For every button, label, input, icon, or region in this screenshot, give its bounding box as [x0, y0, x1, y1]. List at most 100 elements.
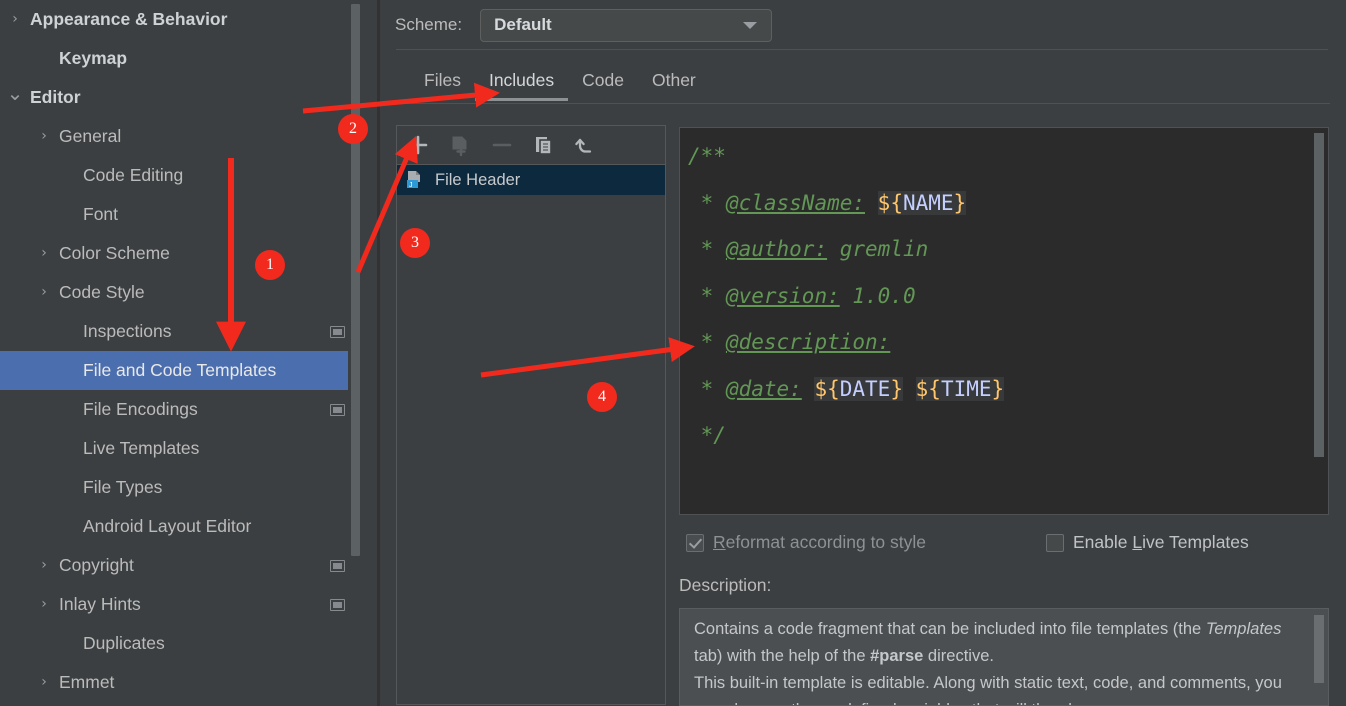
template-list-panel: J File Header [396, 125, 666, 705]
annotation-marker-1: 1 [255, 250, 285, 280]
sidebar-item-color-scheme[interactable]: › Color Scheme [0, 234, 362, 273]
chevron-right-icon[interactable]: › [35, 546, 53, 585]
sidebar-item-label: Editor [30, 87, 81, 107]
template-code-editor[interactable]: /** * @className: ${NAME} * @author: gre… [679, 127, 1329, 515]
template-list-item-label: File Header [435, 170, 521, 189]
sidebar-item-label: Color Scheme [59, 243, 170, 263]
tab-includes[interactable]: Includes [474, 70, 569, 101]
sidebar-scrollbar-thumb[interactable] [351, 4, 360, 556]
tab-label: Includes [488, 70, 555, 90]
sidebar-item-file-encodings[interactable]: File Encodings [0, 390, 362, 429]
undo-arrow-icon[interactable] [573, 132, 599, 158]
enable-live-templates-label: Enable Live Templates [1073, 532, 1249, 553]
sidebar-item-duplicates[interactable]: Duplicates [0, 624, 362, 663]
sidebar-item-label: File Encodings [83, 399, 198, 419]
comment-text: * [688, 190, 726, 215]
sidebar-item-inlay-hints[interactable]: › Inlay Hints [0, 585, 362, 624]
editor-scrollbar-track[interactable] [1311, 129, 1327, 513]
description-label: Description: [679, 575, 772, 595]
sidebar-item-label: Live Templates [83, 438, 200, 458]
sidebar-item-label: Appearance & Behavior [30, 9, 228, 29]
sidebar-item-label: Keymap [59, 48, 128, 68]
chevron-right-icon[interactable]: › [6, 0, 24, 39]
tabs-underline [396, 103, 1330, 104]
sidebar-item-general[interactable]: › General [0, 117, 362, 156]
tab-code[interactable]: Code [568, 70, 638, 101]
scheme-combobox[interactable]: Default [480, 8, 773, 42]
sidebar-item-label: Font [83, 204, 119, 224]
sidebar-item-label: Copyright [59, 555, 134, 575]
copy-icon[interactable] [531, 132, 557, 158]
description-text: Contains a code fragment that can be inc… [694, 616, 1302, 705]
settings-tree: › Appearance & Behavior Keymap ⌄ Editor › Gene… [0, 0, 362, 702]
live-templates-mnemonic: L [1132, 532, 1143, 552]
template-variable: ${TIME} [915, 376, 1005, 401]
sidebar-item-code-editing[interactable]: Code Editing [0, 156, 362, 195]
comment-text: */ [688, 423, 726, 447]
svg-text:J: J [409, 182, 413, 189]
template-code-text[interactable]: /** * @className: ${NAME} * @author: gre… [688, 133, 1306, 459]
sidebar-item-label: Inspections [83, 321, 172, 341]
description-p1-directive: #parse [870, 647, 924, 665]
sidebar-item-editor[interactable]: ⌄ Editor [0, 78, 362, 117]
javadoc-tag: @className: [725, 190, 866, 215]
description-panel: Contains a code fragment that can be inc… [679, 608, 1329, 706]
comment-text: gremlin [827, 237, 929, 261]
tab-files[interactable]: Files [410, 70, 475, 101]
sidebar-item-file-types[interactable]: File Types [0, 468, 362, 507]
description-p1-b: tab) with the help of the [694, 647, 871, 665]
sidebar-item-copyright[interactable]: › Copyright [0, 546, 362, 585]
sidebar-item-file-and-code-templates[interactable]: File and Code Templates [0, 351, 362, 390]
minus-icon [489, 132, 515, 158]
tab-other[interactable]: Other [638, 70, 710, 101]
description-scrollbar-track[interactable] [1311, 610, 1327, 704]
sidebar-item-code-style[interactable]: › Code Style [0, 273, 362, 312]
comment-text: /** [688, 144, 726, 168]
chevron-right-icon[interactable]: › [35, 117, 53, 156]
template-list-toolbar [397, 126, 665, 165]
sidebar-scrollbar-track[interactable] [348, 0, 362, 706]
template-category-tabs: Files Includes Code Other [410, 70, 710, 101]
code-line: * @date: ${DATE} ${TIME} [688, 366, 1306, 413]
sidebar-item-inspections[interactable]: Inspections [0, 312, 362, 351]
editor-scrollbar-thumb[interactable] [1314, 133, 1324, 457]
chevron-right-icon[interactable]: › [35, 663, 53, 702]
chevron-right-icon[interactable]: › [35, 234, 53, 273]
plus-icon[interactable] [405, 132, 431, 158]
code-line: * @author: gremlin [688, 226, 1306, 273]
comment-text: * [688, 283, 726, 308]
scheme-row: Scheme: Default [395, 5, 773, 45]
project-scope-badge-icon [330, 325, 345, 338]
sidebar-item-android-layout-editor[interactable]: Android Layout Editor [0, 507, 362, 546]
code-line: * @className: ${NAME} [688, 180, 1306, 227]
settings-dialog: › Appearance & Behavior Keymap ⌄ Editor › Gene… [0, 0, 1346, 706]
comment-text [903, 377, 916, 401]
javadoc-tag: @author: [725, 237, 828, 261]
template-list: J File Header [397, 165, 665, 195]
sidebar-item-emmet[interactable]: › Emmet [0, 663, 362, 702]
description-scrollbar-thumb[interactable] [1314, 615, 1324, 683]
sidebar-item-appearance-behavior[interactable]: › Appearance & Behavior [0, 0, 362, 39]
sidebar-item-live-templates[interactable]: Live Templates [0, 429, 362, 468]
reformat-label-rest: eformat according to style [725, 532, 927, 552]
annotation-marker-3: 3 [400, 228, 430, 258]
description-p2: This built-in template is editable. Alon… [694, 674, 1282, 705]
description-p1-c: directive. [923, 647, 994, 665]
live-templates-label-rest: ive Templates [1142, 532, 1249, 552]
enable-live-templates-checkbox[interactable] [1046, 533, 1064, 552]
code-line: * @version: 1.0.0 [688, 273, 1306, 320]
annotation-marker-4: 4 [587, 382, 617, 412]
sidebar-item-keymap[interactable]: Keymap [0, 39, 362, 78]
comment-text [802, 377, 815, 401]
chevron-right-icon[interactable]: › [35, 585, 53, 624]
chevron-down-icon [743, 22, 758, 29]
chevron-down-icon[interactable]: ⌄ [6, 78, 24, 108]
settings-sidebar: › Appearance & Behavior Keymap ⌄ Editor › Gene… [0, 0, 362, 706]
javadoc-tag: @date: [725, 376, 802, 401]
tab-label: Files [424, 70, 461, 90]
sidebar-item-font[interactable]: Font [0, 195, 362, 234]
template-list-item[interactable]: J File Header [397, 165, 665, 195]
project-scope-badge-icon [330, 403, 345, 416]
comment-text: * [688, 237, 726, 261]
chevron-right-icon[interactable]: › [35, 273, 53, 312]
